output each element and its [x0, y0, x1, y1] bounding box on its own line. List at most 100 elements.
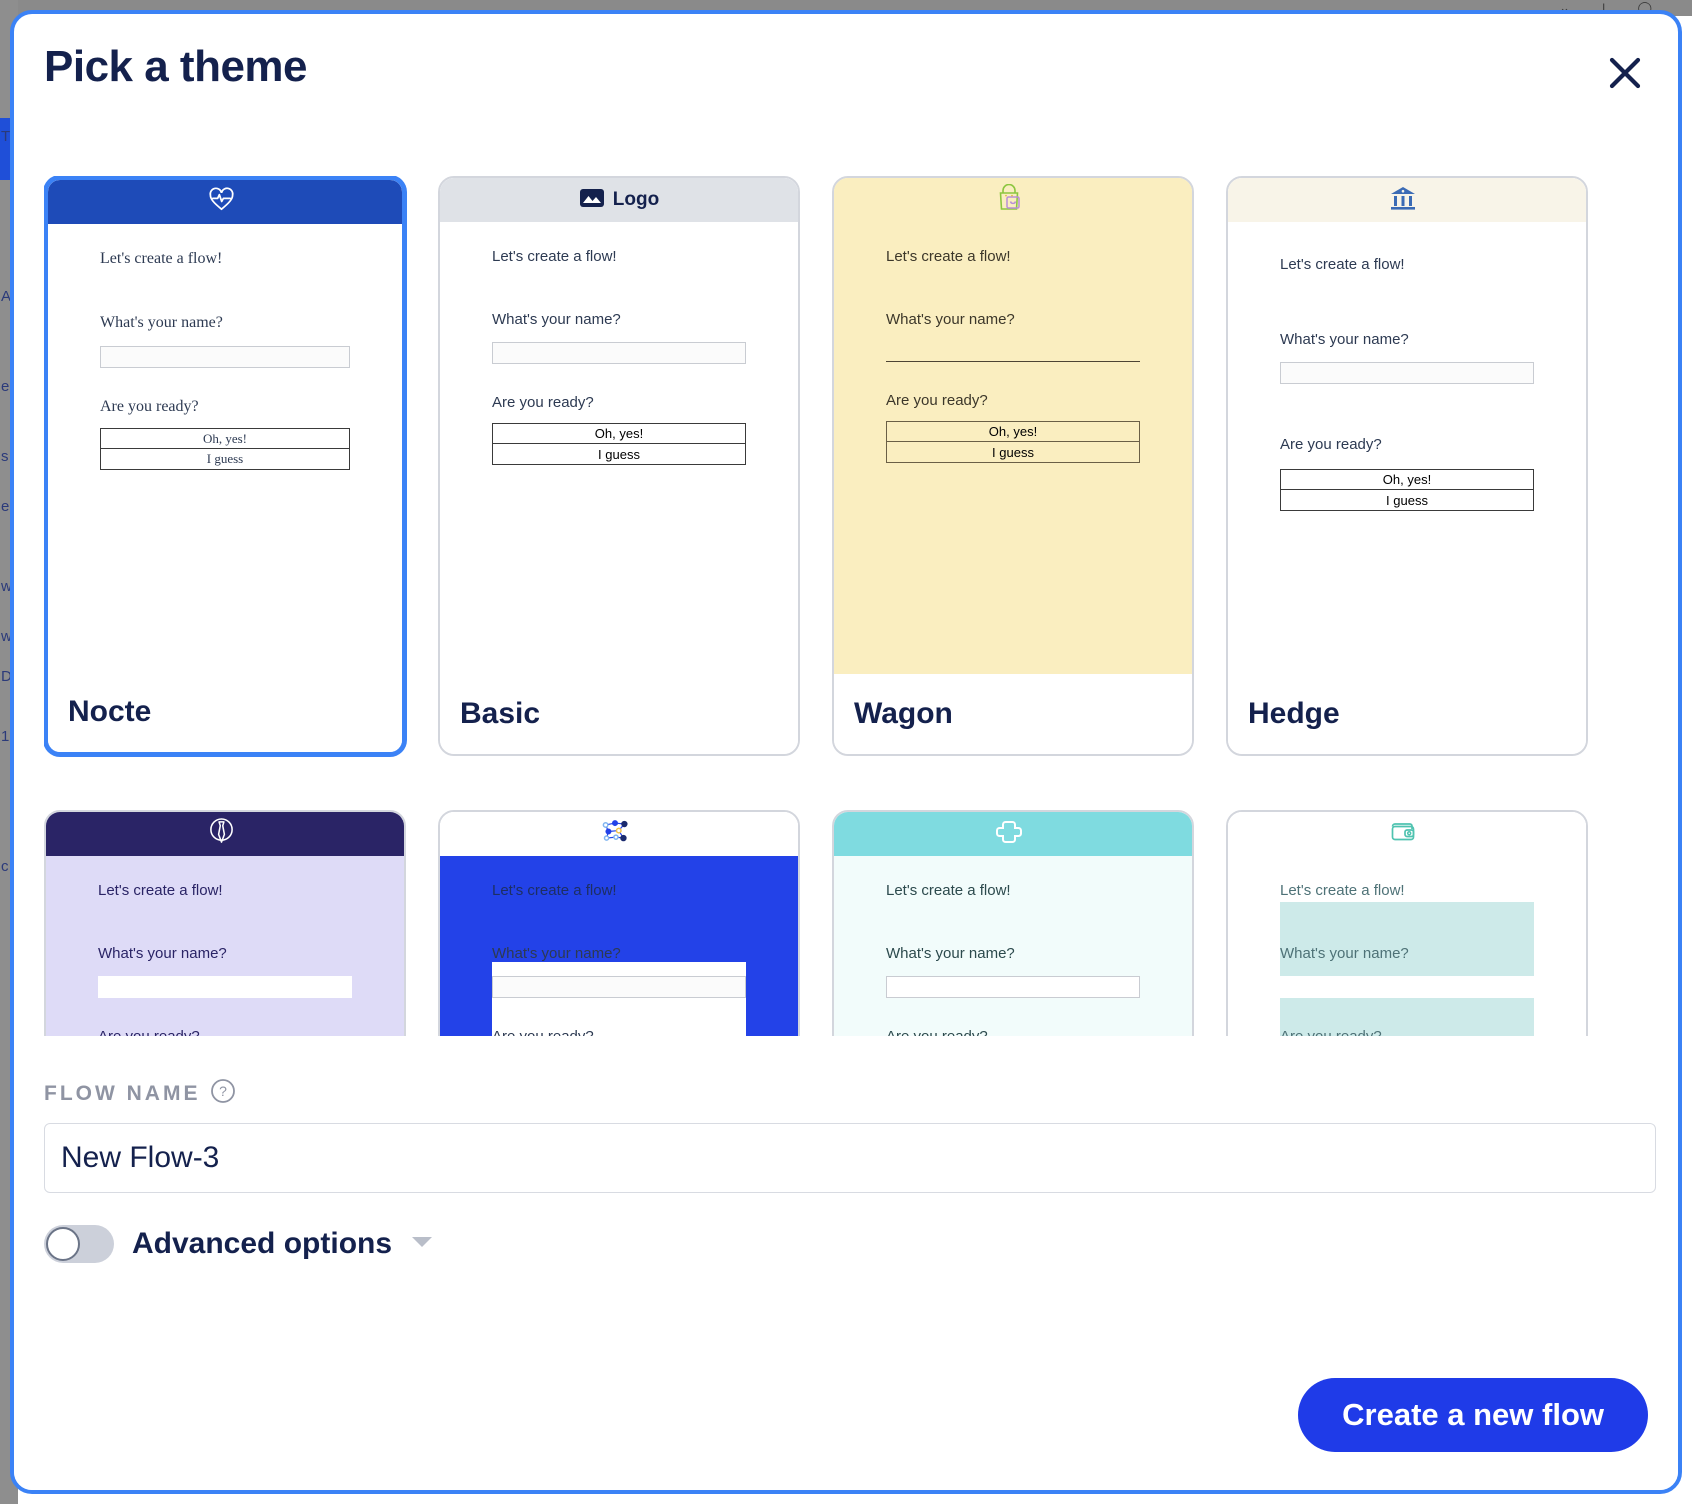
- flow-name-label: FLOW NAME: [44, 1081, 201, 1105]
- background-ghost-text: e: [1, 498, 10, 515]
- theme-ready-question: Are you ready?: [100, 398, 199, 415]
- theme-preview: Let's create a flow! What's your name? A…: [48, 180, 402, 680]
- background-ghost-text: T: [1, 128, 11, 145]
- theme-card-basic[interactable]: Logo Let's create a flow! What's your na…: [438, 176, 800, 756]
- help-circle-icon[interactable]: ?: [210, 1078, 236, 1109]
- theme-ready-question: Are you ready?: [886, 1028, 1140, 1036]
- theme-header: [48, 180, 402, 224]
- theme-name-input: [886, 342, 1140, 362]
- theme-body: Let's create a flow! What's your name? A…: [440, 222, 798, 678]
- network-nodes-icon: [600, 818, 630, 850]
- theme-card-7[interactable]: Let's create a flow! What's your name? A…: [832, 810, 1194, 1036]
- theme-ready-question: Are you ready?: [98, 1028, 352, 1036]
- close-icon[interactable]: [1600, 48, 1650, 98]
- advanced-options-label: Advanced options: [132, 1227, 393, 1260]
- theme-intro-text: Let's create a flow!: [1280, 882, 1405, 899]
- theme-guess-button: I guess: [886, 442, 1140, 463]
- theme-guess-button: I guess: [1280, 490, 1534, 511]
- theme-header: [834, 178, 1192, 222]
- theme-preview: Let's create a flow! What's your name? A…: [834, 812, 1192, 1036]
- flow-settings-section: FLOW NAME ? Advanced options: [14, 1056, 1678, 1490]
- toggle-knob: [46, 1227, 80, 1261]
- theme-card-5[interactable]: Let's create a flow! What's your name? A…: [44, 810, 406, 1036]
- theme-name-question: What's your name?: [886, 945, 1015, 962]
- theme-name-question: What's your name?: [98, 945, 227, 962]
- theme-body: Let's create a flow! What's your name? A…: [834, 856, 1192, 1036]
- theme-guess-button: I guess: [100, 449, 350, 470]
- theme-name-label: Hedge: [1228, 674, 1586, 754]
- medical-cross-icon: [995, 818, 1023, 851]
- background-ghost-text: s: [1, 448, 9, 465]
- wallet-icon: [1389, 819, 1417, 850]
- theme-name-input: [98, 976, 352, 998]
- theme-header: Logo: [440, 178, 798, 222]
- theme-name-input: [100, 346, 350, 368]
- chevron-down-icon[interactable]: [410, 1234, 434, 1255]
- theme-card-nocte[interactable]: Let's create a flow! What's your name? A…: [44, 176, 406, 756]
- image-logo-icon: [579, 187, 605, 214]
- theme-card-wagon[interactable]: Let's create a flow! What's your name? A…: [832, 176, 1194, 756]
- theme-body: Let's create a flow! What's your name? A…: [1228, 222, 1586, 678]
- theme-name-input: [492, 976, 746, 998]
- theme-name-input: [1280, 976, 1534, 998]
- shopping-bag-icon: [996, 183, 1022, 217]
- theme-intro-text: Let's create a flow!: [98, 882, 223, 899]
- theme-name-question: What's your name?: [1280, 945, 1409, 962]
- create-a-new-flow-button[interactable]: Create a new flow: [1298, 1378, 1648, 1452]
- theme-name-label: Wagon: [834, 674, 1192, 754]
- theme-intro-text: Let's create a flow!: [492, 882, 617, 899]
- theme-card-hedge[interactable]: Let's create a flow! What's your name? A…: [1226, 176, 1588, 756]
- theme-preview: Logo Let's create a flow! What's your na…: [440, 178, 798, 678]
- background-ghost-text: 1: [1, 728, 10, 745]
- theme-preview: Let's create a flow! What's your name? A…: [1228, 812, 1586, 1036]
- theme-ready-question: Are you ready?: [1280, 1028, 1534, 1036]
- theme-intro-text: Let's create a flow!: [1280, 256, 1405, 273]
- theme-preview: Let's create a flow! What's your name? A…: [440, 812, 798, 1036]
- background-ghost-text: c: [1, 858, 9, 875]
- theme-yes-button: Oh, yes!: [100, 428, 350, 449]
- theme-ready-question: Are you ready?: [1280, 436, 1382, 453]
- theme-intro-text: Let's create a flow!: [100, 250, 223, 267]
- theme-ready-question: Are you ready?: [492, 394, 594, 411]
- theme-yes-button: Oh, yes!: [886, 421, 1140, 442]
- theme-grid: Let's create a flow! What's your name? A…: [44, 176, 1654, 1036]
- theme-preview: Let's create a flow! What's your name? A…: [834, 178, 1192, 678]
- theme-intro-text: Let's create a flow!: [886, 882, 1011, 899]
- theme-body: Let's create a flow! What's your name? A…: [48, 224, 402, 680]
- heart-pulse-icon: [208, 186, 235, 218]
- theme-name-label: Basic: [440, 674, 798, 754]
- advanced-options-row: Advanced options: [44, 1225, 1648, 1263]
- theme-intro-text: Let's create a flow!: [886, 248, 1011, 265]
- theme-header: [440, 812, 798, 856]
- theme-name-input: [886, 976, 1140, 998]
- theme-logo-text: Logo: [612, 189, 660, 210]
- theme-ready-question: Are you ready?: [886, 392, 988, 409]
- theme-preview: Let's create a flow! What's your name? A…: [1228, 178, 1586, 678]
- theme-body: Let's create a flow! What's your name? A…: [834, 222, 1192, 678]
- theme-body: Let's create a flow! What's your name? A…: [440, 856, 798, 1036]
- flow-name-row: FLOW NAME ?: [44, 1056, 1648, 1109]
- advanced-options-toggle[interactable]: [44, 1225, 114, 1263]
- theme-preview: Let's create a flow! What's your name? A…: [46, 812, 404, 1036]
- bank-icon: [1389, 185, 1417, 216]
- theme-body: Let's create a flow! What's your name? A…: [46, 856, 404, 1036]
- theme-row-bottom: Let's create a flow! What's your name? A…: [44, 810, 1654, 1036]
- background-ghost-text: e: [1, 378, 10, 395]
- flow-name-input[interactable]: [44, 1123, 1656, 1193]
- pick-a-theme-modal: Pick a theme Let's create a flow! What's…: [10, 10, 1682, 1494]
- theme-card-6[interactable]: Let's create a flow! What's your name? A…: [438, 810, 800, 1036]
- theme-yes-button: Oh, yes!: [1280, 469, 1534, 490]
- theme-name-question: What's your name?: [492, 945, 621, 962]
- theme-name-input: [1280, 362, 1534, 384]
- theme-name-question: What's your name?: [1280, 331, 1409, 348]
- theme-header: [834, 812, 1192, 856]
- theme-name-input: [492, 342, 746, 364]
- theme-card-8[interactable]: Let's create a flow! What's your name? A…: [1226, 810, 1588, 1036]
- svg-text:?: ?: [220, 1083, 228, 1099]
- theme-name-question: What's your name?: [886, 311, 1015, 328]
- theme-ready-question: Are you ready?: [492, 1028, 746, 1036]
- theme-header: [1228, 812, 1586, 856]
- theme-row-top: Let's create a flow! What's your name? A…: [44, 176, 1654, 756]
- theme-name-label: Nocte: [48, 672, 402, 752]
- theme-intro-text: Let's create a flow!: [492, 248, 617, 265]
